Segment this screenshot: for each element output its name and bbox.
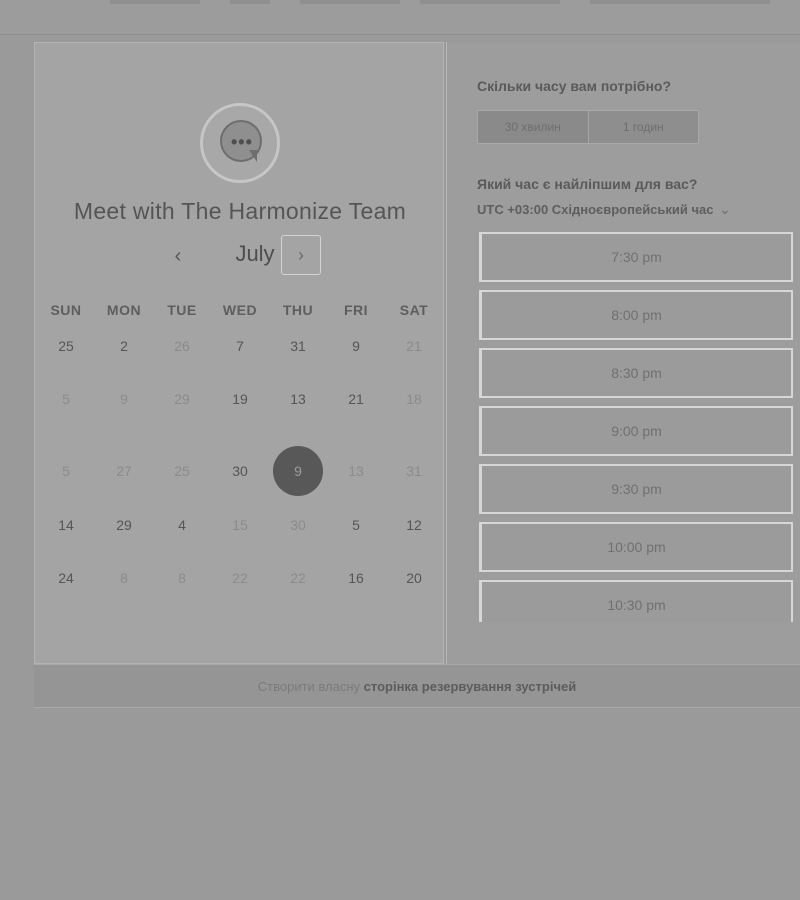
calendar-day: 21 [406, 338, 422, 354]
chevron-left-icon[interactable]: ‹ [167, 245, 189, 267]
calendar-day[interactable]: 29 [95, 500, 153, 550]
calendar-day[interactable]: 21 [327, 374, 385, 424]
top-bar [0, 0, 800, 35]
time-slot[interactable]: 10:00 pm [479, 522, 793, 572]
footer: Створити власну сторінка резервування зу… [34, 664, 800, 708]
time-slot[interactable]: 10:30 pm [479, 580, 793, 622]
calendar-day-selected[interactable]: 9 [269, 446, 327, 496]
calendar-day: 22 [290, 570, 306, 586]
calendar-day[interactable]: 2 [95, 321, 153, 371]
calendar-day: 8 [120, 570, 128, 586]
calendar-week-row: 25 2 26 7 31 9 21 [35, 321, 445, 371]
time-slot[interactable]: 9:30 pm [479, 464, 793, 514]
time-slot[interactable]: 7:30 pm [479, 232, 793, 282]
weekday-label: FRI [343, 302, 369, 318]
calendar-week-row: 5 27 25 30 9 13 31 [35, 446, 445, 496]
calendar-week-row: 5 9 29 19 13 21 18 [35, 374, 445, 424]
duration-selector: 30 хвилин 1 годин [477, 110, 699, 144]
footer-text: Створити власну сторінка резервування зу… [34, 679, 800, 694]
calendar-day: 15 [232, 517, 248, 533]
booking-title: Meet with The Harmonize Team [73, 198, 407, 224]
weekday-header: SUN MON TUE WED THU FRI SAT [35, 302, 445, 318]
weekday-label: SUN [50, 302, 82, 318]
footer-prefix: Створити власну [257, 679, 361, 694]
calendar-day: 5 [62, 391, 70, 407]
calendar-day: 30 [290, 517, 306, 533]
calendar-day: 29 [174, 391, 190, 407]
create-booking-page-link[interactable]: сторінка резервування зустрічей [364, 679, 577, 694]
calendar-day[interactable]: 19 [211, 374, 269, 424]
next-month-button[interactable]: › [281, 235, 321, 275]
calendar-day[interactable]: 12 [385, 500, 443, 550]
weekday-label: THU [282, 302, 314, 318]
calendar-day[interactable]: 31 [269, 321, 327, 371]
calendar-day[interactable]: 24 [37, 553, 95, 603]
calendar-day: 22 [232, 570, 248, 586]
duration-option-30[interactable]: 30 хвилин [478, 111, 589, 143]
calendar-day[interactable]: 4 [153, 500, 211, 550]
calendar-day[interactable]: 7 [211, 321, 269, 371]
calendar-day: 27 [116, 463, 132, 479]
calendar-day[interactable]: 25 [37, 321, 95, 371]
weekday-label: SAT [399, 302, 429, 318]
duration-option-60[interactable]: 1 годин [589, 111, 699, 143]
calendar-day: 9 [120, 391, 128, 407]
calendar-day[interactable]: 20 [385, 553, 443, 603]
duration-question: Скільки часу вам потрібно? [477, 78, 672, 94]
time-slot[interactable]: 8:00 pm [479, 290, 793, 340]
time-panel: Скільки часу вам потрібно? 30 хвилин 1 г… [446, 42, 800, 664]
calendar-week-row: 14 29 4 15 30 5 12 [35, 500, 445, 550]
weekday-label: TUE [167, 302, 197, 318]
weekday-label: WED [222, 302, 258, 318]
calendar-day: 13 [348, 463, 364, 479]
time-slot-list[interactable]: 7:30 pm 8:00 pm 8:30 pm 9:00 pm 9:30 pm … [479, 232, 800, 622]
calendar-week-row: 24 8 8 22 22 16 20 [35, 553, 445, 603]
calendar-day[interactable]: 9 [327, 321, 385, 371]
calendar-panel: ••• Meet with The Harmonize Team ‹ July … [34, 42, 444, 664]
chevron-down-icon: ⌄ [719, 202, 731, 217]
time-slot[interactable]: 8:30 pm [479, 348, 793, 398]
timezone-label: UTC +03:00 Східноєвропейський час [477, 202, 714, 217]
calendar-day[interactable]: 5 [327, 500, 385, 550]
calendar-day: 26 [174, 338, 190, 354]
time-slot[interactable]: 9:00 pm [479, 406, 793, 456]
calendar-day: 8 [178, 570, 186, 586]
calendar-day: 31 [406, 463, 422, 479]
organizer-avatar: ••• [200, 103, 280, 183]
calendar-day: 18 [406, 391, 422, 407]
timezone-select[interactable]: UTC +03:00 Східноєвропейський час ⌄ [477, 202, 730, 218]
calendar-day[interactable]: 30 [211, 446, 269, 496]
calendar-day[interactable]: 13 [269, 374, 327, 424]
calendar-day: 5 [62, 463, 70, 479]
calendar-day: 25 [174, 463, 190, 479]
weekday-label: MON [106, 302, 142, 318]
calendar-day[interactable]: 14 [37, 500, 95, 550]
calendar-day[interactable]: 16 [327, 553, 385, 603]
time-question: Який час є найліпшим для вас? [477, 176, 698, 192]
chevron-right-icon: › [298, 245, 304, 265]
